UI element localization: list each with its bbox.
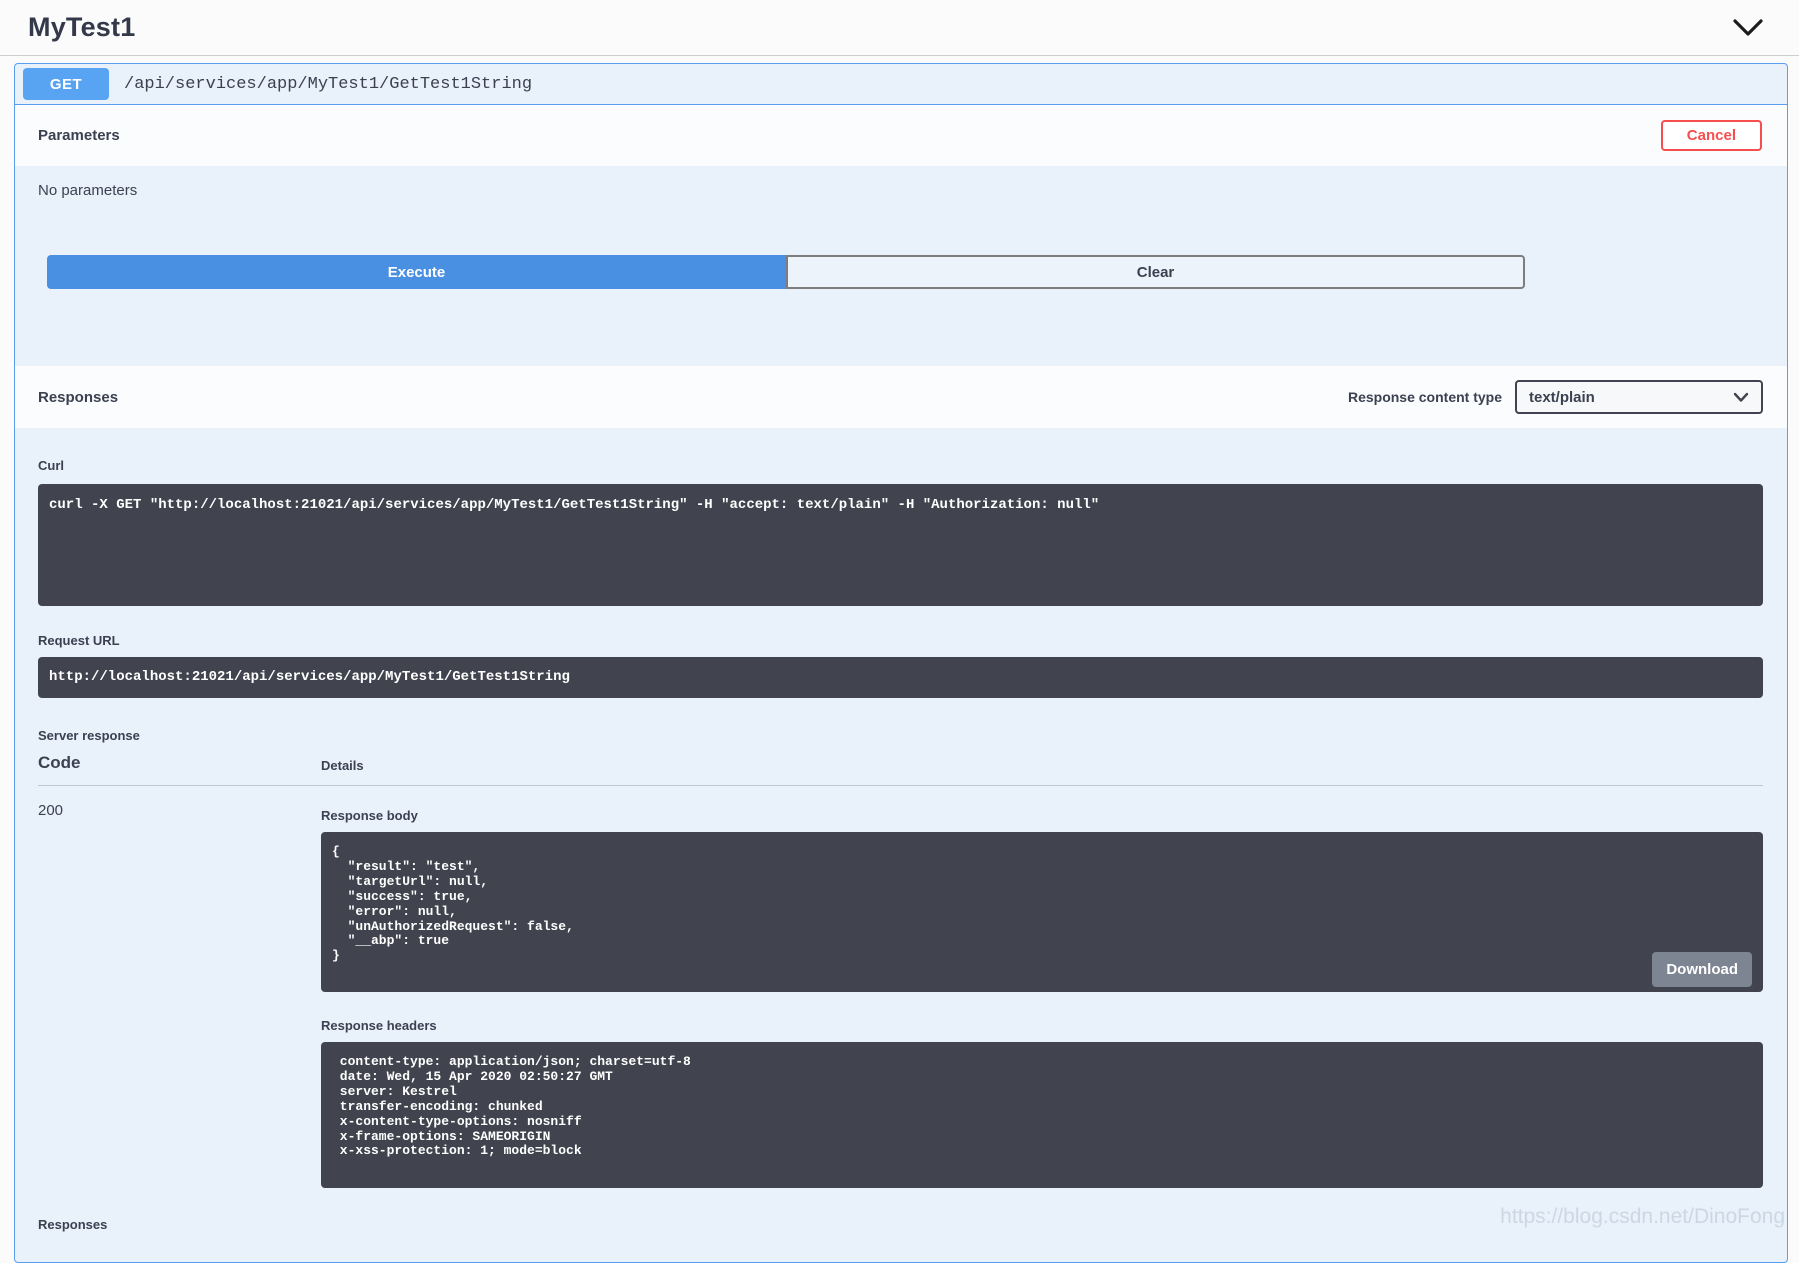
response-content-type-value: text/plain xyxy=(1529,388,1595,406)
opblock-summary[interactable]: GET /api/services/app/MyTest1/GetTest1St… xyxy=(15,64,1787,105)
request-url-label: Request URL xyxy=(38,633,120,648)
response-body-label: Response body xyxy=(321,808,418,823)
opblock-get: GET /api/services/app/MyTest1/GetTest1St… xyxy=(14,63,1788,1263)
responses-body: Curl curl -X GET "http://localhost:21021… xyxy=(15,428,1787,1252)
curl-command-block: curl -X GET "http://localhost:21021/api/… xyxy=(38,484,1763,606)
parameters-body: No parameters Execute Clear xyxy=(15,166,1787,365)
response-content-type-select[interactable]: text/plain xyxy=(1515,380,1763,414)
parameters-title: Parameters xyxy=(38,127,120,144)
operation-tag-header: MyTest1 xyxy=(0,0,1799,56)
http-method-badge: GET xyxy=(23,68,109,100)
clear-button[interactable]: Clear xyxy=(786,255,1525,289)
swagger-operation-page: MyTest1 GET /api/services/app/MyTest1/Ge… xyxy=(0,0,1799,1263)
no-parameters-text: No parameters xyxy=(38,182,138,199)
download-button[interactable]: Download xyxy=(1652,952,1752,987)
status-code: 200 xyxy=(38,802,64,819)
response-body-json: { "result": "test", "targetUrl": null, "… xyxy=(332,844,574,964)
server-response-table-head: Code Details xyxy=(38,753,1763,786)
endpoint-path: /api/services/app/MyTest1/GetTest1String xyxy=(124,74,533,94)
responses-title: Responses xyxy=(38,388,119,406)
cancel-button[interactable]: Cancel xyxy=(1660,120,1762,151)
request-url-block: http://localhost:21021/api/services/app/… xyxy=(38,657,1763,698)
chevron-down-icon xyxy=(1733,392,1749,402)
responses-header: Responses Response content type text/pla… xyxy=(15,365,1787,428)
response-headers-block: content-type: application/json; charset=… xyxy=(321,1042,1763,1189)
documented-responses-label: Responses xyxy=(38,1217,108,1233)
server-response-table-row: 200 Response body { "result": "test", "t… xyxy=(38,786,1763,1189)
code-column-header: Code xyxy=(38,753,81,772)
server-response-table: Code Details 200 Response body { "result… xyxy=(38,753,1763,1189)
response-details-cell: Response body { "result": "test", "targe… xyxy=(321,802,1763,1189)
response-headers-label: Response headers xyxy=(321,1018,437,1033)
details-column-header: Details xyxy=(321,758,364,773)
response-body-block: { "result": "test", "targetUrl": null, "… xyxy=(321,832,1763,992)
chevron-down-icon xyxy=(1733,18,1763,36)
collapse-section-button[interactable] xyxy=(1727,13,1769,43)
server-response-label: Server response xyxy=(38,728,140,743)
execute-row: Execute Clear xyxy=(47,255,1525,289)
response-content-type-label: Response content type xyxy=(1347,389,1502,405)
response-content-type-wrap: Response content type text/plain xyxy=(1348,380,1763,414)
page-title: MyTest1 xyxy=(28,12,136,42)
execute-button[interactable]: Execute xyxy=(47,255,786,289)
curl-label: Curl xyxy=(38,458,64,473)
parameters-header: Parameters Cancel xyxy=(15,105,1787,166)
